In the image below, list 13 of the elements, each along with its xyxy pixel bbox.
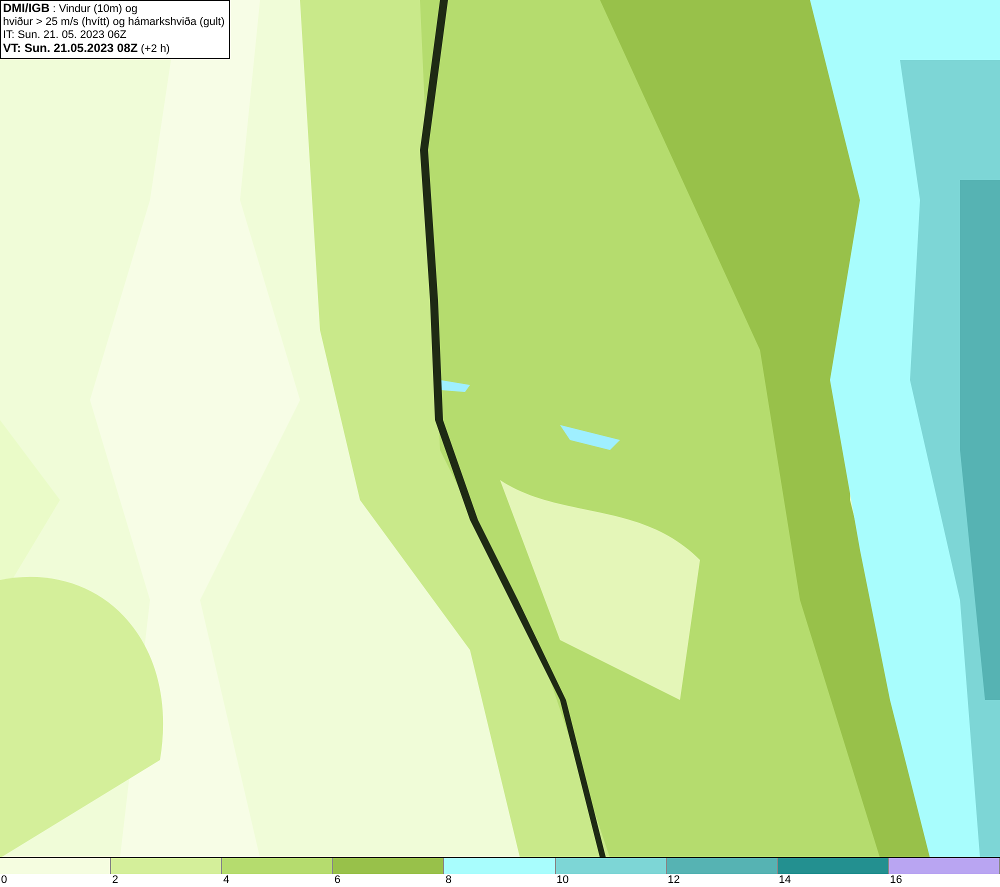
- legend-label: 4: [222, 874, 230, 886]
- legend-label: 2: [111, 874, 118, 886]
- title-line: DMI/IGB : Vindur (10m) og: [3, 2, 139, 16]
- legend-label: 8: [444, 874, 452, 886]
- title-line: IT: Sun. 21. 05. 2023 06Z: [3, 29, 128, 42]
- legend-label: 12: [666, 874, 680, 886]
- legend-label: 10: [556, 874, 569, 886]
- legend-label: 0: [0, 874, 8, 886]
- legend-label: 6: [333, 874, 340, 886]
- legend-label: 16: [888, 874, 902, 886]
- title-line: VT: Sun. 21.05.2023 08Z (+2 h): [3, 42, 171, 56]
- legend-label: 14: [778, 874, 792, 886]
- title-line: hviður > 25 m/s (hvítt) og hámarkshviða (gult): [3, 16, 225, 29]
